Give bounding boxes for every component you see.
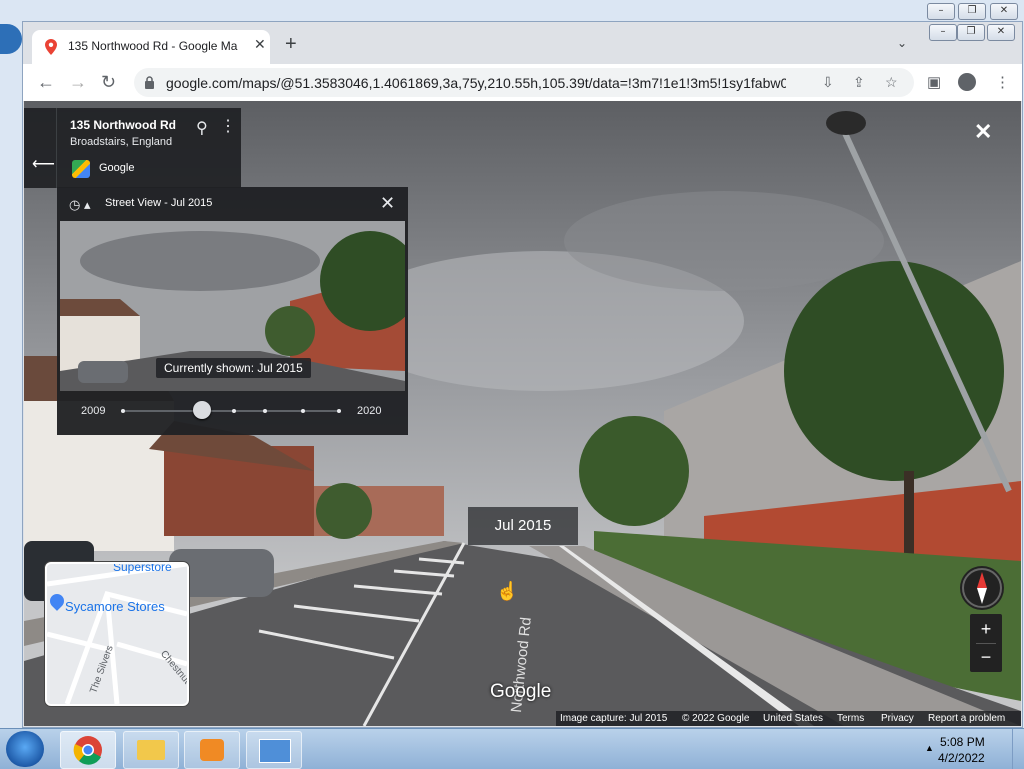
timeline-tick[interactable] bbox=[232, 409, 236, 413]
time-machine-panel: ◷ ▴ Street View - Jul 2015 ✕ Currently s… bbox=[57, 187, 408, 435]
address-subtitle: Broadstairs, England bbox=[70, 136, 173, 148]
maps-favicon-icon bbox=[45, 39, 57, 55]
outer-minimize-button[interactable]: – bbox=[927, 3, 955, 20]
right-tree bbox=[784, 261, 1004, 481]
address-bar[interactable]: google.com/maps/@51.3583046,1.4061869,3a… bbox=[134, 68, 914, 97]
street-view-viewport[interactable]: Northwood Rd ⟵ 135 Northwood Rd Broadsta… bbox=[24, 101, 1021, 726]
tab-title: 135 Northwood Rd - Google Ma bbox=[68, 39, 238, 53]
chrome-restore-button[interactable]: ❐ bbox=[957, 24, 985, 41]
media-player-taskbar-button[interactable] bbox=[184, 731, 240, 769]
clock-date[interactable]: 4/2/2022 bbox=[938, 751, 985, 765]
back-arrow-icon[interactable]: ⟵ bbox=[32, 154, 55, 174]
timeline-tick[interactable] bbox=[337, 409, 341, 413]
menu-kebab-icon[interactable]: ⋮ bbox=[995, 73, 1010, 91]
card-divider bbox=[56, 108, 57, 188]
timeline-tick[interactable] bbox=[263, 409, 267, 413]
minimap[interactable]: Superstore Sycamore Stores The Silvers C… bbox=[45, 562, 189, 706]
address-title: 135 Northwood Rd bbox=[70, 118, 177, 132]
profile-avatar-icon[interactable] bbox=[958, 73, 976, 91]
minimap-roads bbox=[47, 564, 187, 704]
time-machine-close-icon[interactable]: ✕ bbox=[380, 193, 395, 214]
google-maps-icon bbox=[72, 160, 90, 178]
timeline-slider-thumb[interactable] bbox=[193, 401, 211, 419]
timeline-start-year: 2009 bbox=[81, 405, 106, 417]
privacy-link[interactable]: Privacy bbox=[881, 713, 914, 724]
clock-time[interactable]: 5:08 PM bbox=[940, 735, 985, 749]
lock-icon bbox=[145, 76, 154, 89]
hand-cursor-icon: ☝ bbox=[496, 581, 519, 601]
minimap-label-sycamore[interactable]: Sycamore Stores bbox=[65, 599, 165, 614]
install-icon[interactable]: ⇩ bbox=[822, 74, 834, 91]
chrome-icon bbox=[73, 736, 102, 765]
google-watermark: Google bbox=[490, 681, 552, 702]
provider-label: Google bbox=[99, 162, 135, 174]
remote-desktop-taskbar-button[interactable] bbox=[246, 731, 302, 769]
left-tree bbox=[316, 483, 372, 539]
start-button[interactable] bbox=[6, 731, 44, 767]
show-desktop-button[interactable] bbox=[1012, 729, 1024, 769]
outer-restore-button[interactable]: ❐ bbox=[958, 3, 986, 20]
new-tab-button[interactable]: + bbox=[285, 34, 297, 54]
timeline-tick[interactable] bbox=[301, 409, 305, 413]
chrome-close-button[interactable]: ✕ bbox=[987, 24, 1015, 41]
compass-icon[interactable] bbox=[960, 566, 1004, 610]
chrome-taskbar-button[interactable] bbox=[60, 731, 116, 769]
location-pin-icon[interactable]: ⚲ bbox=[196, 118, 208, 138]
minimap-label-superstore[interactable]: Superstore bbox=[113, 564, 172, 574]
timeline-tick[interactable] bbox=[121, 409, 125, 413]
lamp-head bbox=[826, 111, 866, 135]
history-clock-icon[interactable]: ◷ ▴ bbox=[69, 197, 90, 213]
explorer-taskbar-button[interactable] bbox=[123, 731, 179, 769]
report-problem-link[interactable]: Report a problem bbox=[928, 713, 1005, 724]
image-capture-text: Image capture: Jul 2015 bbox=[560, 713, 668, 724]
back-button[interactable]: ← bbox=[37, 72, 55, 92]
currently-shown-label: Currently shown: Jul 2015 bbox=[156, 358, 311, 378]
timeline-end-year: 2020 bbox=[357, 405, 382, 417]
chrome-window: – ❐ ✕ 135 Northwood Rd - Google Ma ✕ + ⌄… bbox=[22, 21, 1023, 728]
forward-button[interactable]: → bbox=[69, 72, 87, 92]
cloud bbox=[564, 191, 884, 291]
tab-search-icon[interactable]: ⌄ bbox=[897, 36, 907, 50]
outer-close-button[interactable]: ✕ bbox=[990, 3, 1018, 20]
timeline-track[interactable] bbox=[121, 410, 341, 412]
zoom-control: + − bbox=[970, 614, 1002, 672]
browser-toolbar: ← → ↻ google.com/maps/@51.3583046,1.4061… bbox=[23, 64, 1022, 102]
terms-link[interactable]: Terms bbox=[837, 713, 864, 724]
zoom-out-button[interactable]: − bbox=[970, 644, 1002, 670]
media-player-icon bbox=[200, 739, 224, 761]
share-icon[interactable]: ⇪ bbox=[853, 74, 865, 91]
time-machine-title: Street View - Jul 2015 bbox=[105, 197, 213, 209]
more-options-icon[interactable]: ⋮ bbox=[220, 116, 236, 136]
region-link[interactable]: United States bbox=[763, 713, 823, 724]
street-view-close-icon[interactable]: ✕ bbox=[974, 119, 992, 145]
outer-back-icon[interactable] bbox=[0, 24, 22, 54]
taskbar: ▲ 5:08 PM 4/2/2022 bbox=[0, 728, 1024, 769]
address-card: ⟵ 135 Northwood Rd Broadstairs, England … bbox=[24, 108, 241, 188]
copyright-text: © 2022 Google bbox=[682, 713, 750, 724]
remote-desktop-icon bbox=[259, 739, 291, 763]
tray-expand-icon[interactable]: ▲ bbox=[925, 743, 934, 753]
url-text: google.com/maps/@51.3583046,1.4061869,3a… bbox=[166, 75, 786, 91]
time-machine-preview[interactable]: Currently shown: Jul 2015 bbox=[60, 221, 405, 391]
side-panel-icon[interactable]: ▣ bbox=[927, 73, 941, 91]
zoom-in-button[interactable]: + bbox=[970, 616, 1002, 642]
date-hover-label: Jul 2015 bbox=[468, 507, 578, 545]
right-tree-2 bbox=[579, 416, 689, 526]
map-footer: Image capture: Jul 2015 © 2022 Google Un… bbox=[556, 711, 1021, 726]
folder-icon bbox=[137, 740, 165, 760]
browser-tab[interactable]: 135 Northwood Rd - Google Ma ✕ bbox=[32, 30, 270, 64]
chrome-minimize-button[interactable]: – bbox=[929, 24, 957, 41]
tab-close-icon[interactable]: ✕ bbox=[254, 36, 266, 53]
bookmark-star-icon[interactable]: ☆ bbox=[885, 74, 898, 91]
reload-button[interactable]: ↻ bbox=[101, 72, 116, 92]
